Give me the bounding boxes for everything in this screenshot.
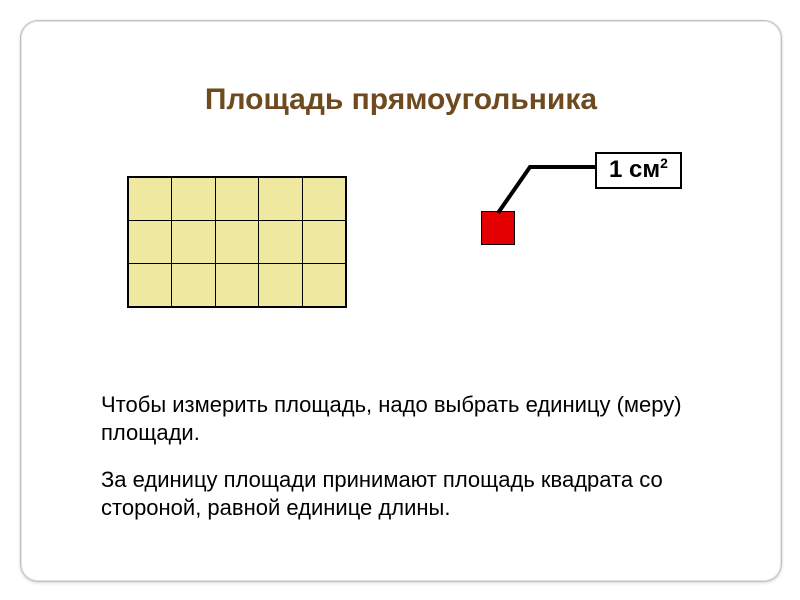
unit-label-exponent: 2 bbox=[660, 155, 668, 171]
grid-cell bbox=[258, 221, 301, 263]
grid-row bbox=[129, 263, 345, 306]
grid-cell bbox=[215, 221, 258, 263]
grid-cell bbox=[258, 264, 301, 306]
unit-label-base: 1 см bbox=[609, 156, 660, 183]
grid-cell bbox=[171, 221, 214, 263]
paragraph-1: Чтобы измерить площадь, надо выбрать еди… bbox=[101, 391, 711, 447]
grid-cell bbox=[129, 264, 171, 306]
grid-cell bbox=[258, 178, 301, 220]
grid-cell bbox=[215, 264, 258, 306]
grid-row bbox=[129, 178, 345, 220]
grid-cell bbox=[129, 221, 171, 263]
grid-row bbox=[129, 220, 345, 263]
grid-cell bbox=[302, 264, 345, 306]
area-grid bbox=[127, 176, 347, 308]
slide-frame: Площадь прямоугольника 1 см2 bbox=[20, 20, 782, 582]
grid-cell bbox=[215, 178, 258, 220]
unit-square-icon bbox=[481, 211, 515, 245]
grid-cell bbox=[302, 221, 345, 263]
paragraph-2: За единицу площади принимают площадь ква… bbox=[101, 466, 741, 522]
grid-cell bbox=[171, 178, 214, 220]
grid-cell bbox=[302, 178, 345, 220]
page-title: Площадь прямоугольника bbox=[21, 83, 781, 117]
unit-label: 1 см2 bbox=[595, 152, 682, 189]
grid-cell bbox=[129, 178, 171, 220]
grid-cell bbox=[171, 264, 214, 306]
